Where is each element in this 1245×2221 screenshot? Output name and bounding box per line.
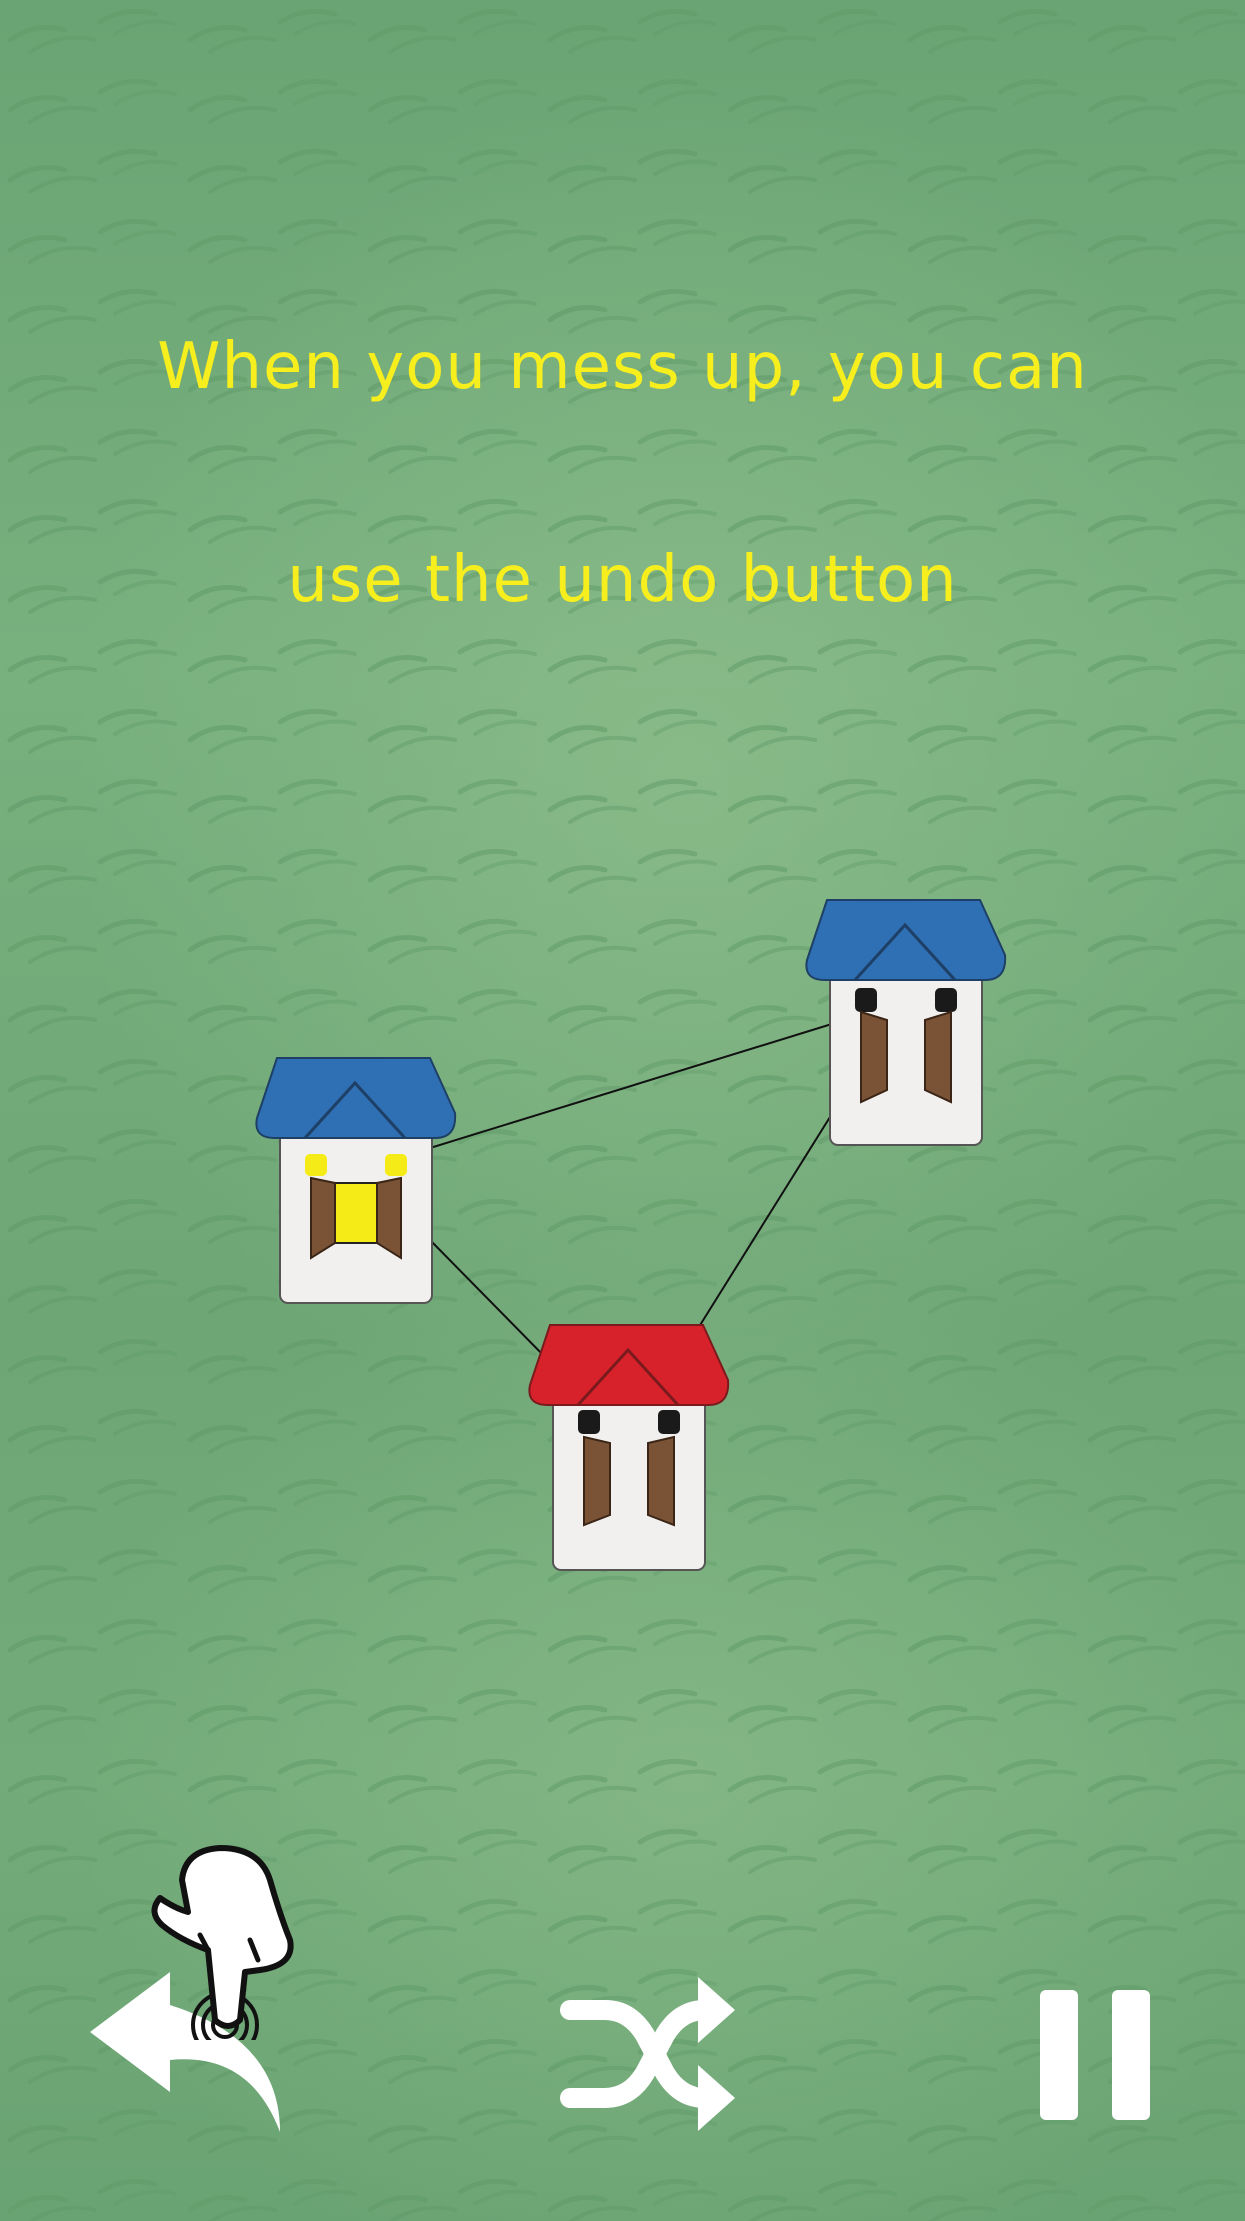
shuffle-icon xyxy=(560,2000,720,2108)
pause-icon xyxy=(1040,1990,1150,2120)
house-wall xyxy=(552,1394,706,1571)
house-red-bottom[interactable] xyxy=(528,1324,730,1571)
house-door-left xyxy=(583,1435,611,1527)
house-window-right xyxy=(385,1154,407,1176)
house-roof xyxy=(528,1324,730,1406)
connection-right-bottom xyxy=(696,1084,851,1331)
house-door-left xyxy=(860,1010,888,1104)
house-blue-left[interactable] xyxy=(255,1057,457,1304)
house-blue-right[interactable] xyxy=(805,899,1007,1146)
house-door-right xyxy=(376,1176,402,1260)
shuffle-button[interactable] xyxy=(560,1965,740,2145)
house-door-right xyxy=(924,1010,952,1104)
tap-hand-icon xyxy=(151,1845,294,2040)
house-window-right xyxy=(658,1410,680,1434)
house-wall xyxy=(829,969,983,1146)
house-door-left xyxy=(310,1176,336,1260)
house-door xyxy=(334,1182,378,1244)
pause-button[interactable] xyxy=(1030,1985,1160,2125)
house-window-left xyxy=(578,1410,600,1434)
house-roof xyxy=(805,899,1007,981)
house-roof xyxy=(255,1057,457,1139)
house-window-left xyxy=(305,1154,327,1176)
connection-left-bottom xyxy=(429,1239,549,1361)
house-window-left xyxy=(855,988,877,1012)
connection-left-right xyxy=(429,1022,836,1149)
house-window-right xyxy=(935,988,957,1012)
house-door-right xyxy=(647,1435,675,1527)
